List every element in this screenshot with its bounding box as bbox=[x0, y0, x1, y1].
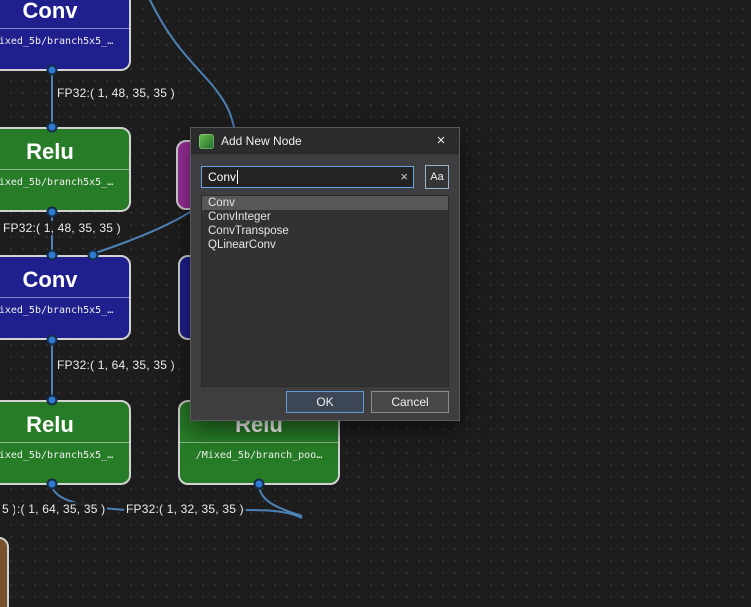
dialog-titlebar[interactable]: Add New Node × bbox=[191, 128, 459, 154]
node-conv-1[interactable]: Conv /Mixed_5b/branch5x5_… bbox=[0, 0, 131, 71]
port[interactable] bbox=[46, 121, 58, 133]
node-type-list: Conv ConvInteger ConvTranspose QLinearCo… bbox=[201, 195, 449, 387]
port[interactable] bbox=[46, 478, 58, 490]
node-type-label: Conv bbox=[22, 267, 78, 292]
node-type-label: Relu bbox=[26, 412, 74, 437]
cancel-button[interactable]: Cancel bbox=[371, 391, 449, 413]
list-item[interactable]: ConvInteger bbox=[202, 210, 448, 224]
edge-tensor-label: :( 1, 64, 35, 35 ) bbox=[15, 502, 108, 516]
node-name-label: /Mixed_5b/branch5x5_… bbox=[0, 297, 129, 323]
edge-tensor-label: FP32:( 1, 64, 35, 35 ) bbox=[55, 358, 177, 372]
port[interactable] bbox=[46, 206, 58, 218]
text-caret bbox=[237, 170, 239, 184]
node-conv-2[interactable]: Conv /Mixed_5b/branch5x5_… bbox=[0, 255, 131, 340]
list-item[interactable]: ConvTranspose bbox=[202, 224, 448, 238]
edge-tensor-label: FP32:( 1, 48, 35, 35 ) bbox=[55, 86, 177, 100]
port[interactable] bbox=[46, 394, 58, 406]
ok-button[interactable]: OK bbox=[286, 391, 364, 413]
close-icon[interactable]: × bbox=[431, 131, 451, 151]
add-node-dialog: Add New Node × Conv × Aa Conv ConvIntege… bbox=[190, 127, 460, 421]
node-name-label: /Mixed_5b/branch5x5_… bbox=[0, 169, 129, 195]
match-case-button[interactable]: Aa bbox=[425, 165, 449, 189]
dialog-body: Conv × Aa Conv ConvInteger ConvTranspose… bbox=[191, 154, 459, 422]
port[interactable] bbox=[253, 478, 265, 490]
node-name-label: /Mixed_5b/branch_poo… bbox=[180, 442, 338, 468]
node-partial-bottom[interactable] bbox=[0, 537, 9, 607]
node-relu-2[interactable]: Relu /Mixed_5b/branch5x5_… bbox=[0, 400, 131, 485]
search-input[interactable]: Conv × bbox=[201, 166, 414, 188]
node-name-label: /Mixed_5b/branch5x5_… bbox=[0, 28, 129, 54]
port[interactable] bbox=[46, 64, 58, 76]
app-icon bbox=[199, 133, 214, 149]
edge-tensor-label: FP32:( 1, 48, 35, 35 ) bbox=[1, 221, 123, 235]
clear-search-icon[interactable]: × bbox=[400, 167, 408, 187]
port[interactable] bbox=[46, 334, 58, 346]
port[interactable] bbox=[46, 249, 58, 261]
dialog-title: Add New Node bbox=[221, 134, 302, 148]
node-type-label: Relu bbox=[26, 139, 74, 164]
node-relu-1[interactable]: Relu /Mixed_5b/branch5x5_… bbox=[0, 127, 131, 212]
node-name-label: /Mixed_5b/branch5x5_… bbox=[0, 442, 129, 468]
edge-tensor-label: FP32:( 1, 32, 35, 35 ) bbox=[124, 502, 246, 516]
list-item[interactable]: QLinearConv bbox=[202, 238, 448, 252]
node-type-label: Conv bbox=[22, 0, 78, 23]
search-value: Conv bbox=[208, 170, 237, 184]
list-item[interactable]: Conv bbox=[202, 196, 448, 210]
port[interactable] bbox=[87, 249, 99, 261]
graph-canvas[interactable]: Conv /Mixed_5b/branch5x5_… Relu /Mixed_5… bbox=[0, 0, 751, 607]
